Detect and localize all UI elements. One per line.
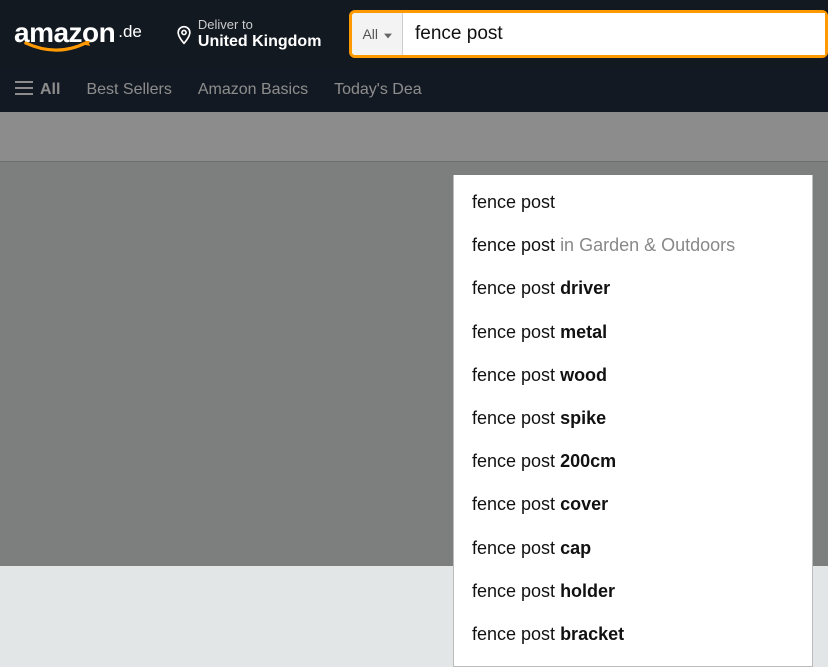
suggestion-item[interactable]: fence post in Garden & Outdoors — [454, 224, 812, 267]
deliver-to-button[interactable]: Deliver to United Kingdom — [166, 11, 330, 58]
search-input[interactable] — [403, 13, 825, 55]
suggestion-prefix: fence post — [472, 322, 560, 342]
suggestion-prefix: fence post — [472, 235, 560, 255]
suggestion-bold: cap — [560, 538, 591, 558]
search-category-label: All — [362, 26, 378, 42]
suggestion-bold: 200cm — [560, 451, 616, 471]
suggestion-item[interactable]: fence post metal — [454, 311, 812, 354]
suggestion-bold: wood — [560, 365, 607, 385]
suggestion-bold: cover — [560, 494, 608, 514]
amazon-logo[interactable]: amazon .de — [12, 13, 150, 55]
chevron-down-icon — [384, 26, 392, 42]
suggestion-item[interactable]: fence post wood — [454, 354, 812, 397]
top-nav: amazon .de Deliver to United Kingdom All — [0, 0, 828, 68]
suggestion-prefix: fence post — [472, 278, 560, 298]
smile-icon — [14, 41, 102, 55]
suggestion-item[interactable]: fence post — [454, 181, 812, 224]
suggestion-prefix: fence post — [472, 494, 560, 514]
suggestion-bold: driver — [560, 278, 610, 298]
suggestion-item[interactable]: fence post bracket — [454, 613, 812, 656]
deliver-label: Deliver to — [198, 17, 322, 33]
suggestion-bold: metal — [560, 322, 607, 342]
suggestion-item[interactable]: fence post 200cm — [454, 440, 812, 483]
suggestion-bold: bracket — [560, 624, 624, 644]
location-pin-icon — [174, 24, 194, 51]
deliver-text: Deliver to United Kingdom — [198, 17, 322, 52]
suggestion-department: in Garden & Outdoors — [560, 235, 735, 255]
suggestion-prefix: fence post — [472, 451, 560, 471]
suggestion-item[interactable]: fence post holder — [454, 570, 812, 613]
deliver-value: United Kingdom — [198, 32, 322, 51]
suggestion-prefix: fence post — [472, 624, 560, 644]
suggestion-prefix: fence post — [472, 581, 560, 601]
suggestion-item[interactable]: fence post cap — [454, 527, 812, 570]
suggestion-item[interactable]: fence post cover — [454, 483, 812, 526]
suggestion-bold: holder — [560, 581, 615, 601]
suggestion-item[interactable]: fence post driver — [454, 267, 812, 310]
logo-tld: .de — [118, 22, 142, 42]
suggestion-item[interactable]: fence post spike — [454, 397, 812, 440]
search-bar: All — [349, 10, 828, 58]
suggestion-prefix: fence post — [472, 408, 560, 428]
search-category-dropdown[interactable]: All — [352, 13, 403, 55]
suggestion-prefix: fence post — [472, 365, 560, 385]
search-suggestions-dropdown: fence postfence post in Garden & Outdoor… — [453, 175, 813, 667]
suggestion-prefix: fence post — [472, 538, 560, 558]
suggestion-bold: spike — [560, 408, 606, 428]
suggestion-prefix: fence post — [472, 192, 555, 212]
